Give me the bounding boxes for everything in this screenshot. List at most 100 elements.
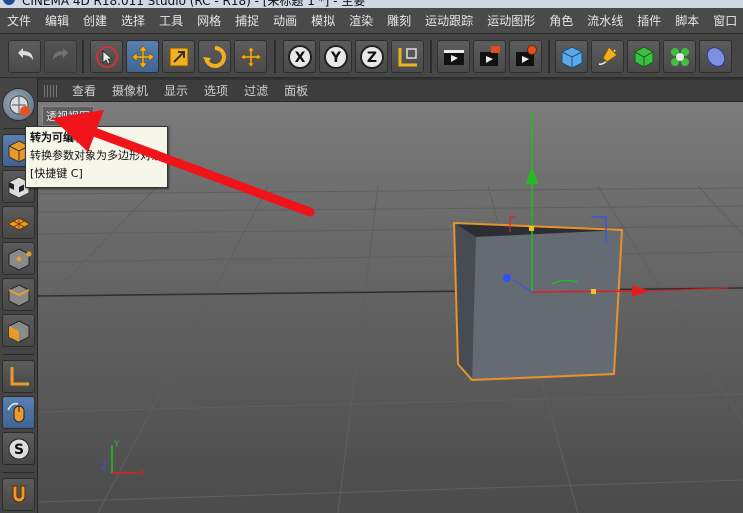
palette-separator bbox=[3, 354, 34, 355]
magnet-icon bbox=[12, 485, 25, 502]
subdivision-icon bbox=[634, 45, 653, 68]
x-axis-label: X bbox=[294, 50, 305, 66]
window-title-bar: CINEMA 4D R18.011 Studio (RC - R18) - [未… bbox=[0, 0, 743, 8]
view-menu-options[interactable]: 选项 bbox=[196, 82, 236, 99]
menu-snap[interactable]: 捕捉 bbox=[228, 12, 266, 29]
viewport-menubar: 查看 摄像机 显示 选项 过滤 面板 bbox=[38, 80, 743, 102]
menu-create[interactable]: 创建 bbox=[76, 12, 114, 29]
scale-icon bbox=[169, 47, 188, 66]
coordinate-system-icon bbox=[398, 47, 417, 66]
cube-object[interactable] bbox=[452, 221, 624, 382]
menu-render[interactable]: 渲染 bbox=[342, 12, 380, 29]
svg-text:S: S bbox=[13, 442, 23, 458]
view-menu-cameras[interactable]: 摄像机 bbox=[104, 82, 156, 99]
menu-mograph[interactable]: 运动图形 bbox=[480, 12, 542, 29]
menu-motion-tracker[interactable]: 运动跟踪 bbox=[418, 12, 480, 29]
move-icon bbox=[131, 45, 154, 68]
tooltip-shortcut: [快捷键 C] bbox=[30, 167, 83, 180]
menu-script[interactable]: 脚本 bbox=[668, 12, 706, 29]
scale-tool-button[interactable] bbox=[162, 40, 195, 73]
world-axis-widget: Y Z X bbox=[101, 440, 145, 479]
view-menu-display[interactable]: 显示 bbox=[156, 82, 196, 99]
toolbar-separator bbox=[82, 40, 84, 73]
menu-character[interactable]: 角色 bbox=[542, 12, 580, 29]
recent-tool-button[interactable] bbox=[234, 40, 267, 73]
axis-mode-icon bbox=[10, 366, 29, 385]
rotate-icon bbox=[202, 45, 226, 68]
tooltip-title: 转为可编辑 bbox=[30, 131, 85, 144]
z-axis-lock-button[interactable]: Z bbox=[355, 40, 388, 73]
view-menu-view[interactable]: 查看 bbox=[64, 82, 104, 99]
viewport-title[interactable]: 透视视图 bbox=[42, 106, 94, 126]
make-editable-icon bbox=[9, 95, 30, 116]
render-view-button[interactable] bbox=[437, 40, 470, 73]
rotate-tool-button[interactable] bbox=[198, 40, 231, 73]
render-picture-viewer-icon bbox=[479, 45, 500, 66]
redo-button[interactable] bbox=[44, 40, 77, 73]
view-menu-filter[interactable]: 过滤 bbox=[236, 82, 276, 99]
menu-sculpt[interactable]: 雕刻 bbox=[380, 12, 418, 29]
palette-separator bbox=[3, 472, 34, 473]
tweak-mode-button[interactable] bbox=[2, 396, 35, 429]
y-axis-lock-icon: Y bbox=[323, 44, 348, 69]
edges-mode-button[interactable] bbox=[2, 278, 35, 311]
menu-window[interactable]: 窗口 bbox=[706, 12, 743, 29]
y-axis-lock-button[interactable]: Y bbox=[319, 40, 352, 73]
polygons-mode-button[interactable] bbox=[2, 314, 35, 347]
deformer-icon bbox=[706, 46, 725, 67]
workplane-grid-icon bbox=[6, 216, 31, 231]
menu-mesh[interactable]: 网格 bbox=[190, 12, 228, 29]
z-axis-label: Z bbox=[366, 50, 376, 66]
toolbar-separator bbox=[430, 40, 432, 73]
edit-render-settings-button[interactable] bbox=[509, 40, 542, 73]
x-axis-lock-button[interactable]: X bbox=[283, 40, 316, 73]
menu-animate[interactable]: 动画 bbox=[266, 12, 304, 29]
render-picture-viewer-button[interactable] bbox=[473, 40, 506, 73]
menu-edit[interactable]: 编辑 bbox=[38, 12, 76, 29]
coordinate-system-button[interactable] bbox=[391, 40, 424, 73]
recent-tool-icon bbox=[240, 46, 261, 67]
cloner-icon bbox=[670, 47, 689, 66]
snap-s-icon: S bbox=[8, 438, 29, 459]
menu-plugins[interactable]: 插件 bbox=[630, 12, 668, 29]
world-axis-y-label: Y bbox=[113, 440, 120, 450]
world-axis-x-label: X bbox=[139, 469, 145, 479]
workplane-mode-button[interactable] bbox=[2, 206, 35, 239]
window-title: CINEMA 4D R18.011 Studio (RC - R18) - [未… bbox=[22, 0, 366, 8]
snap-button[interactable]: S bbox=[2, 432, 35, 465]
axis-mode-button[interactable] bbox=[2, 360, 35, 393]
undo-button[interactable] bbox=[8, 40, 41, 73]
edit-render-settings-icon bbox=[515, 44, 537, 66]
menu-select[interactable]: 选择 bbox=[114, 12, 152, 29]
menu-tools[interactable]: 工具 bbox=[152, 12, 190, 29]
move-tool-button[interactable] bbox=[126, 40, 159, 73]
deformer-button[interactable] bbox=[699, 40, 732, 73]
toolbar-separator bbox=[274, 40, 276, 73]
live-selection-button[interactable] bbox=[90, 40, 123, 73]
menu-simulate[interactable]: 模拟 bbox=[304, 12, 342, 29]
make-editable-button[interactable] bbox=[2, 88, 35, 121]
pen-spline-icon bbox=[598, 45, 618, 65]
z-axis-lock-icon: Z bbox=[359, 44, 384, 69]
cube-object-icon bbox=[561, 45, 582, 69]
main-menubar: 文件 编辑 创建 选择 工具 网格 捕捉 动画 模拟 渲染 雕刻 运动跟踪 运动… bbox=[0, 8, 743, 34]
world-axis-z-label: Z bbox=[101, 462, 107, 472]
magnet-button[interactable] bbox=[2, 478, 35, 511]
undo-icon bbox=[17, 47, 33, 60]
cloner-button[interactable] bbox=[663, 40, 696, 73]
points-mode-button[interactable] bbox=[2, 242, 35, 275]
cube-object-button[interactable] bbox=[555, 40, 588, 73]
menu-pipeline[interactable]: 流水线 bbox=[580, 12, 630, 29]
select-cursor-icon bbox=[95, 45, 118, 68]
panel-grip-icon[interactable] bbox=[44, 84, 58, 97]
polygons-cube-icon bbox=[8, 319, 29, 343]
main-toolbar: X Y Z bbox=[0, 34, 743, 78]
subdivision-surface-button[interactable] bbox=[627, 40, 660, 73]
menu-file[interactable]: 文件 bbox=[0, 12, 38, 29]
make-editable-tooltip: 转为可编辑 转换参数对象为多边形对象 [快捷键 C] bbox=[25, 126, 168, 188]
cinema4d-app-icon bbox=[3, 0, 15, 5]
view-menu-panel[interactable]: 面板 bbox=[276, 82, 316, 99]
pen-spline-button[interactable] bbox=[591, 40, 624, 73]
edges-cube-icon bbox=[8, 283, 29, 307]
render-view-icon bbox=[443, 49, 464, 65]
